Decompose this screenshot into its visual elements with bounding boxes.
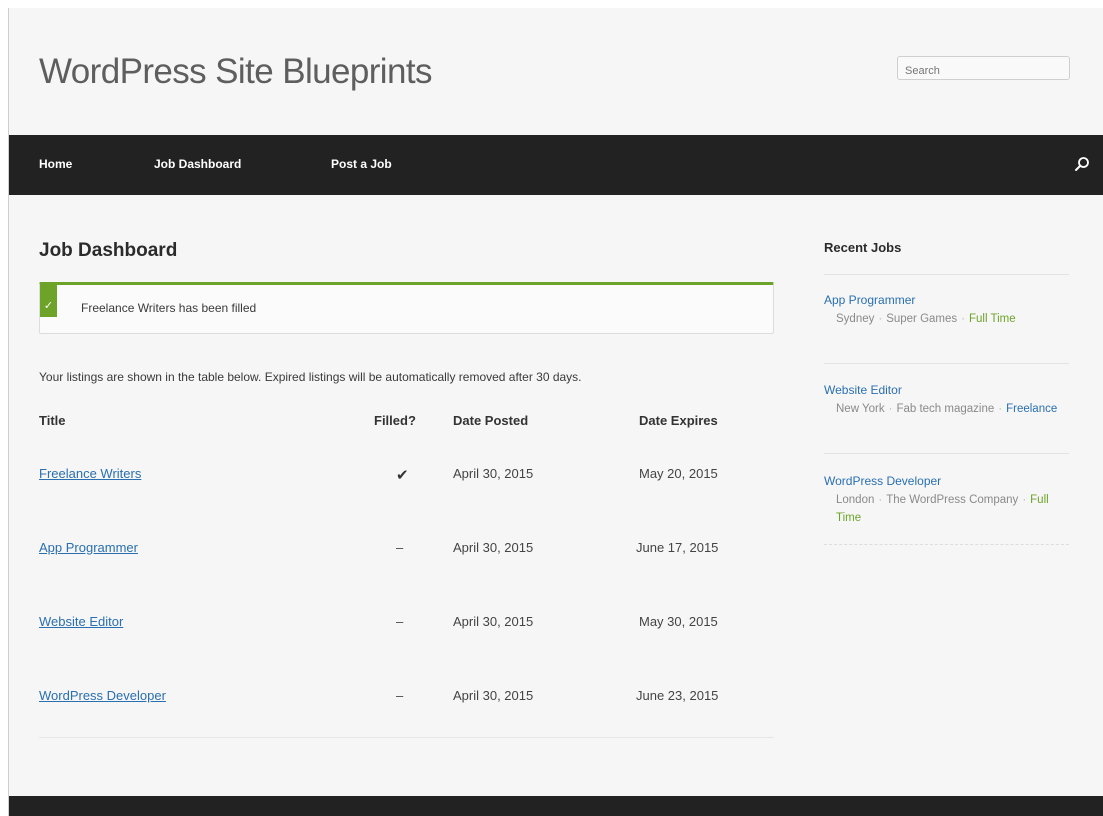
nav-item-home[interactable]: Home	[39, 157, 72, 171]
job-title-link[interactable]: WordPress Developer	[39, 688, 166, 703]
date-expires: May 30, 2015	[639, 614, 718, 629]
job-location: London	[836, 494, 875, 506]
filled-status: –	[396, 614, 404, 629]
separator: ·	[1022, 494, 1027, 506]
column-header-filled: Filled?	[374, 413, 416, 428]
divider	[824, 363, 1069, 364]
recent-job-meta: New York · Fab tech magazine · Freelance	[836, 400, 1069, 418]
divider	[824, 544, 1069, 545]
date-posted: April 30, 2015	[453, 614, 534, 629]
site-footer	[9, 796, 1103, 816]
notice-message: Freelance Writers has been filled	[81, 301, 257, 315]
main-navigation: Home Job Dashboard Post a Job	[9, 135, 1103, 195]
check-icon: ✓	[40, 285, 57, 317]
page: WordPress Site Blueprints Home Job Dashb…	[8, 8, 1103, 816]
divider	[824, 453, 1069, 454]
nav-item-job-dashboard[interactable]: Job Dashboard	[154, 157, 241, 171]
date-posted: April 30, 2015	[453, 540, 534, 555]
job-location: Sydney	[836, 313, 875, 325]
date-expires: June 23, 2015	[636, 688, 719, 703]
separator: ·	[888, 403, 893, 415]
separator: ·	[961, 313, 965, 325]
recent-job-item: WordPress Developer London · The WordPress…	[824, 473, 1069, 527]
column-header-title: Title	[39, 413, 66, 428]
filled-check-icon: ✔	[396, 467, 409, 484]
search-input[interactable]	[897, 56, 1070, 80]
site-title[interactable]: WordPress Site Blueprints	[39, 52, 432, 92]
job-company: Fab tech magazine	[896, 403, 995, 415]
date-posted: April 30, 2015	[453, 466, 534, 481]
success-notice: ✓ Freelance Writers has been filled	[39, 282, 774, 334]
separator: ·	[878, 313, 883, 325]
filled-status: –	[396, 540, 404, 555]
listings-intro: Your listings are shown in the table bel…	[39, 370, 582, 384]
page-title: Job Dashboard	[39, 240, 178, 261]
recent-job-title[interactable]: Website Editor	[824, 382, 1069, 398]
recent-job-meta: London · The WordPress Company · Full Time	[836, 491, 1069, 527]
job-type: Freelance	[1006, 403, 1058, 415]
recent-job-title[interactable]: App Programmer	[824, 292, 1069, 308]
recent-job-item: App Programmer Sydney · Super Games · Full T…	[824, 292, 1069, 328]
recent-job-meta: Sydney · Super Games · Full Time	[836, 310, 1069, 328]
date-expires: June 17, 2015	[636, 540, 719, 555]
job-type: Full Time	[969, 313, 1016, 325]
job-title-link[interactable]: Freelance Writers	[39, 466, 141, 481]
job-company: The WordPress Company	[886, 494, 1019, 506]
divider	[824, 274, 1069, 275]
date-expires: May 20, 2015	[639, 466, 718, 481]
date-posted: April 30, 2015	[453, 688, 534, 703]
widget-title-recent-jobs: Recent Jobs	[824, 240, 902, 255]
separator: ·	[878, 494, 883, 506]
job-location: New York	[836, 403, 885, 415]
nav-item-post-a-job[interactable]: Post a Job	[331, 157, 392, 171]
search-icon[interactable]	[1073, 155, 1091, 173]
job-title-link[interactable]: App Programmer	[39, 540, 138, 555]
separator: ·	[998, 403, 1003, 415]
job-title-link[interactable]: Website Editor	[39, 614, 123, 629]
column-header-date-posted: Date Posted	[453, 413, 529, 428]
site-header: WordPress Site Blueprints	[9, 8, 1103, 135]
column-header-date-expires: Date Expires	[639, 413, 718, 428]
divider	[39, 737, 774, 738]
job-company: Super Games	[886, 313, 958, 325]
recent-job-item: Website Editor New York · Fab tech magazin…	[824, 382, 1069, 418]
recent-job-title[interactable]: WordPress Developer	[824, 473, 1069, 489]
filled-status: –	[396, 688, 404, 703]
